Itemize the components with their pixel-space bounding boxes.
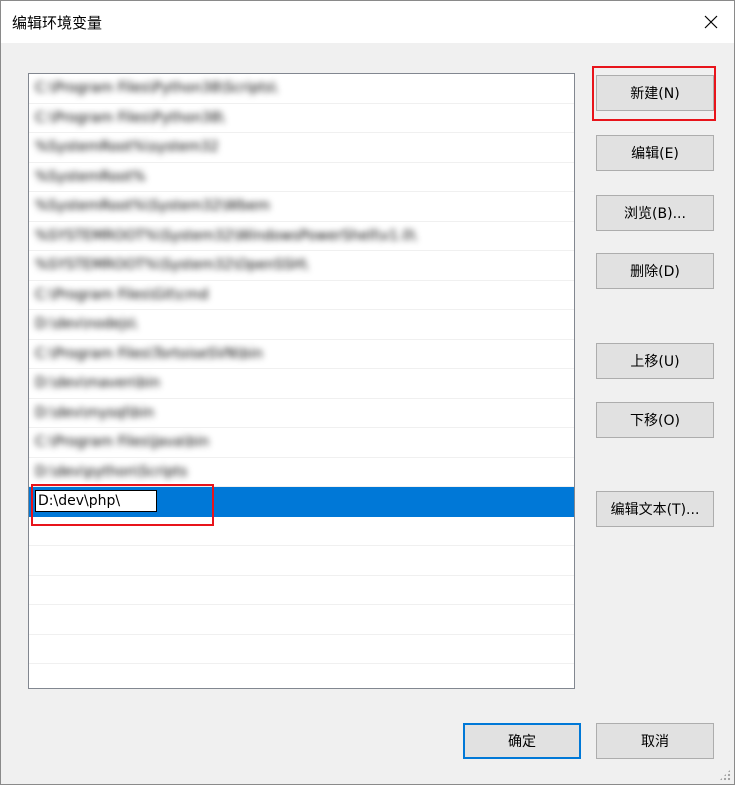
empty-row — [29, 576, 574, 605]
new-button[interactable]: 新建(N) — [596, 75, 714, 111]
close-button[interactable] — [688, 1, 734, 43]
list-item-text: %SystemRoot%\System32\Wbem — [35, 198, 270, 214]
edit-button[interactable]: 编辑(E) — [596, 135, 714, 171]
list-item[interactable]: %SYSTEMROOT%\System32\OpenSSH\ — [29, 251, 574, 281]
empty-row — [29, 546, 574, 576]
list-item-text: C:\Program Files\TortoiseSVN\bin — [35, 345, 263, 362]
delete-button[interactable]: 删除(D) — [596, 253, 714, 289]
list-item[interactable]: D:\dev\python\Scripts — [29, 458, 574, 487]
list-item[interactable]: %SYSTEMROOT%\System32\WindowsPowerShell\… — [29, 222, 574, 251]
resize-grip[interactable] — [719, 769, 731, 781]
empty-row — [29, 635, 574, 664]
browse-button[interactable]: 浏览(B)... — [596, 195, 714, 231]
empty-row — [29, 664, 574, 688]
list-item[interactable]: C:\Program Files\Git\cmd — [29, 281, 574, 310]
list-item-text: %SYSTEMROOT%\System32\OpenSSH\ — [35, 257, 308, 273]
list-item-text: %SYSTEMROOT%\System32\WindowsPowerShell\… — [35, 227, 417, 244]
list-item-text: D:\dev\python\Scripts — [35, 463, 188, 480]
ok-button[interactable]: 确定 — [463, 723, 581, 759]
empty-row — [29, 605, 574, 635]
list-item-text: D:\dev\nodejs\ — [35, 316, 137, 332]
move-up-button[interactable]: 上移(U) — [596, 343, 714, 379]
list-item[interactable]: D:\dev\nodejs\ — [29, 310, 574, 340]
list-item[interactable]: D:\dev\maven\bin — [29, 369, 574, 399]
list-item-text: D:\dev\maven\bin — [35, 375, 161, 391]
move-down-button[interactable]: 下移(O) — [596, 402, 714, 438]
list-item-selected[interactable] — [29, 487, 574, 517]
dialog-title: 编辑环境变量 — [12, 14, 103, 32]
list-item-text: %SystemRoot%\system32 — [35, 139, 219, 155]
list-item-text: C:\Program Files\Python38\Scripts\ — [35, 80, 277, 96]
close-icon — [704, 15, 718, 29]
list-item-text: C:\Program Files\Java\bin — [35, 434, 210, 450]
list-item[interactable]: C:\Program Files\Python38\Scripts\ — [29, 74, 574, 104]
list-item[interactable]: C:\Program Files\Java\bin — [29, 428, 574, 458]
list-item[interactable]: C:\Program Files\TortoiseSVN\bin — [29, 340, 574, 369]
cancel-button[interactable]: 取消 — [596, 723, 714, 759]
list-item[interactable]: %SystemRoot%\system32 — [29, 133, 574, 163]
list-item-text: C:\Program Files\Python38\ — [35, 109, 225, 126]
edit-text-button[interactable]: 编辑文本(T)... — [596, 491, 714, 527]
list-item[interactable]: C:\Program Files\Python38\ — [29, 104, 574, 133]
list-item-text: D:\dev\mysql\bin — [35, 404, 155, 421]
path-edit-field[interactable] — [35, 490, 157, 512]
list-item[interactable]: %SystemRoot% — [29, 163, 574, 192]
title-bar: 编辑环境变量 — [1, 1, 734, 43]
list-item-text: C:\Program Files\Git\cmd — [35, 286, 209, 303]
list-item[interactable]: %SystemRoot%\System32\Wbem — [29, 192, 574, 222]
list-item-text: %SystemRoot% — [35, 168, 146, 185]
path-list[interactable]: C:\Program Files\Python38\Scripts\ C:\Pro… — [28, 73, 575, 689]
edit-env-var-dialog: 编辑环境变量 C:\Program Files\Python38\Scripts… — [0, 0, 735, 785]
list-item[interactable]: D:\dev\mysql\bin — [29, 399, 574, 428]
path-edit-input[interactable] — [36, 491, 156, 511]
empty-row — [29, 517, 574, 546]
